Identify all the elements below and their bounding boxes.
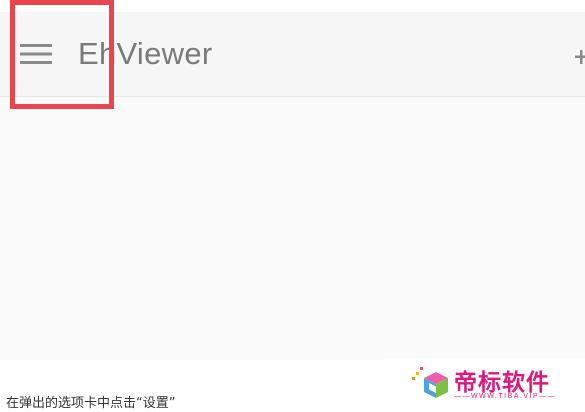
watermark: 帝标软件 ——WWW.TIBA.VIP—— (385, 358, 585, 409)
watermark-brand-name: 帝标软件 (454, 370, 550, 396)
watermark-logo-icon (412, 367, 448, 398)
caption-text: 在弹出的选项卡中点击“设置” (6, 396, 176, 411)
watermark-subtitle: ——WWW.TIBA.VIP—— (454, 393, 557, 400)
add-icon[interactable] (575, 50, 585, 64)
highlight-box (10, 0, 114, 109)
